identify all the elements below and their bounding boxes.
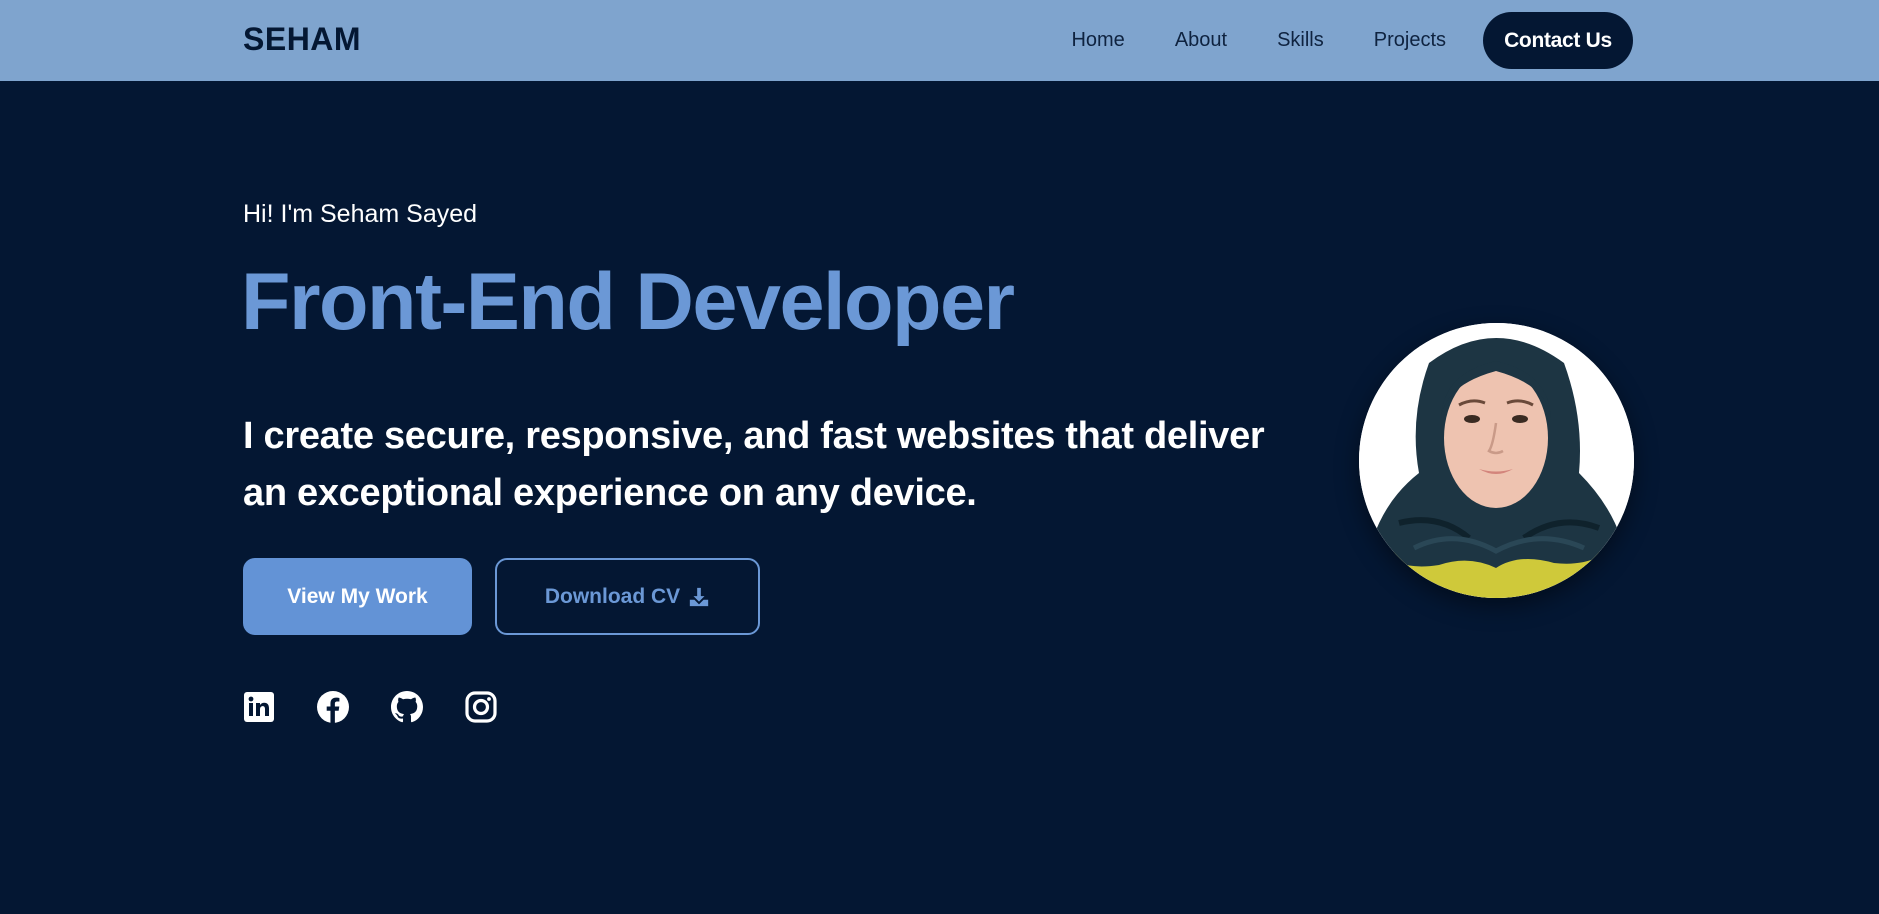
view-my-work-button[interactable]: View My Work bbox=[243, 558, 472, 635]
facebook-icon[interactable] bbox=[317, 691, 349, 723]
instagram-icon[interactable] bbox=[465, 691, 497, 723]
nav-links: Home About Skills Projects Contact Us bbox=[1071, 0, 1633, 81]
github-icon[interactable] bbox=[391, 691, 423, 723]
hero-greeting: Hi! I'm Seham Sayed bbox=[243, 200, 478, 228]
nav-link-projects[interactable]: Projects bbox=[1374, 29, 1446, 52]
download-cv-button[interactable]: Download CV bbox=[495, 558, 760, 635]
nav-link-skills[interactable]: Skills bbox=[1277, 29, 1324, 52]
nav-link-about[interactable]: About bbox=[1175, 29, 1227, 52]
download-icon bbox=[688, 586, 710, 608]
contact-us-button[interactable]: Contact Us bbox=[1483, 12, 1633, 69]
navbar: SEHAM Home About Skills Projects Contact… bbox=[0, 0, 1879, 81]
social-links bbox=[243, 691, 497, 723]
nav-link-home[interactable]: Home bbox=[1071, 29, 1124, 52]
hero-title: Front-End Developer bbox=[241, 257, 1015, 347]
linkedin-icon[interactable] bbox=[243, 691, 275, 723]
profile-photo bbox=[1359, 323, 1634, 598]
brand-logo[interactable]: SEHAM bbox=[243, 21, 361, 58]
view-my-work-label: View My Work bbox=[287, 584, 428, 608]
hero-description: I create secure, responsive, and fast we… bbox=[243, 415, 1265, 514]
download-cv-label: Download CV bbox=[544, 584, 681, 608]
